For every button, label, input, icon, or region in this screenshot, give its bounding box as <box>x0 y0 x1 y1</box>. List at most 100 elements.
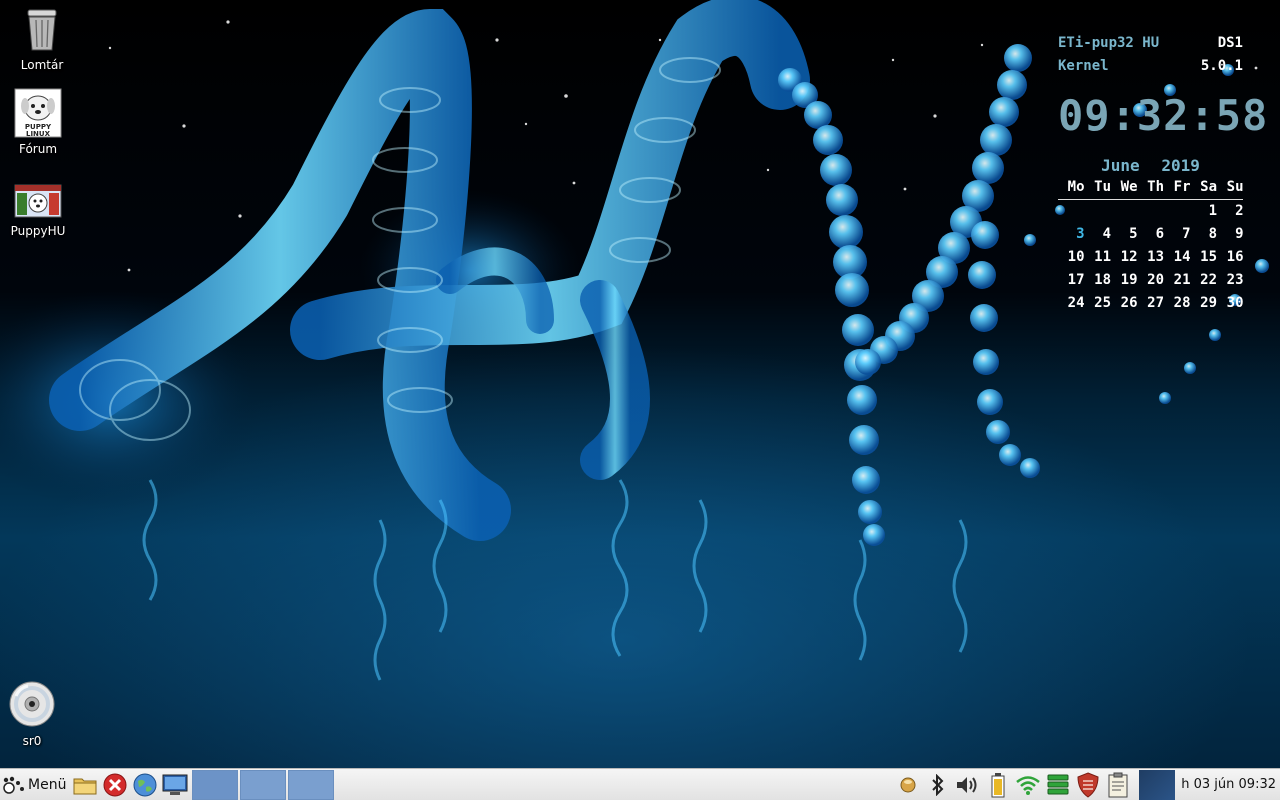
wallpaper-bubble <box>820 154 852 186</box>
calendar-day: 27 <box>1147 295 1164 311</box>
wallpaper-bubble <box>835 273 869 307</box>
close-app-launcher[interactable] <box>101 771 129 799</box>
calendar-weekday: Su <box>1226 179 1244 195</box>
wallpaper-bubble <box>980 124 1012 156</box>
close-icon <box>103 773 127 796</box>
tray-desktop-thumbnail[interactable] <box>1139 769 1176 800</box>
calendar-day: 1 <box>1208 203 1217 219</box>
calendar-weekday: We <box>1120 179 1138 195</box>
conky-distro-value: DS1 <box>1217 35 1243 51</box>
monitor-icon <box>162 774 188 795</box>
memory-stack-icon <box>1047 774 1069 794</box>
volume-icon <box>957 776 977 793</box>
trash-icon <box>27 9 57 51</box>
wallpaper-bubble <box>826 184 858 216</box>
tray-network-wifi[interactable] <box>1014 771 1042 799</box>
calendar-day: 14 <box>1173 249 1191 265</box>
calendar-day: 19 <box>1120 272 1138 288</box>
workspace-1[interactable] <box>192 769 239 800</box>
calendar-week-row: 17 18 19 20 21 22 23 <box>1058 269 1244 292</box>
calendar-week-row: 10 11 12 13 14 15 16 <box>1058 246 1244 269</box>
shield-icon <box>1077 771 1099 798</box>
calendar-day: 15 <box>1200 249 1217 265</box>
wallpaper-bubble <box>989 97 1019 127</box>
tray-clipboard[interactable] <box>1104 771 1132 799</box>
wallpaper-bubble <box>863 524 885 546</box>
clipboard-icon <box>1108 772 1128 797</box>
desktop-icon-sr0[interactable]: sr0 <box>0 680 67 748</box>
calendar-day: 30 <box>1226 295 1244 311</box>
conky-distro-label: ETi-pup32 HU <box>1058 35 1160 51</box>
desktop-icon-label: Lomtár <box>20 58 64 72</box>
show-desktop-launcher[interactable] <box>161 771 189 799</box>
wallpaper-bubble <box>1184 362 1196 374</box>
folder-icon <box>73 778 97 794</box>
tray-updater[interactable] <box>894 771 922 799</box>
workspace-3[interactable] <box>288 769 335 800</box>
conky-kernel-value: 5.0.1 <box>1200 58 1243 74</box>
calendar-month: June <box>1101 156 1140 175</box>
calendar-day: 7 <box>1182 226 1191 242</box>
taskbar-clock[interactable]: h 03 jún 09:32 <box>1175 777 1280 792</box>
conky-widget: ETi-pup32 HU DS1 Kernel 5.0.1 09:32:58 J… <box>1058 32 1269 315</box>
battery-icon <box>991 772 1005 797</box>
file-manager-launcher[interactable] <box>71 771 99 799</box>
svg-text:LINUX: LINUX <box>26 130 51 138</box>
conky-kernel-label: Kernel <box>1058 58 1109 74</box>
calendar-day: 16 <box>1226 249 1244 265</box>
calendar-weekdays: Mo Tu We Th Fr Sa Su <box>1058 176 1244 200</box>
wallpaper-bubble <box>1020 458 1040 478</box>
bluetooth-icon <box>932 773 944 796</box>
desktop-icon-trash[interactable]: Lomtár <box>7 6 77 72</box>
calendar-weekday: Fr <box>1173 179 1191 195</box>
calendar-day: 24 <box>1067 295 1085 311</box>
wallpaper-bubble <box>971 221 999 249</box>
calendar-weekday: Tu <box>1094 179 1111 195</box>
paw-menu-icon <box>3 776 24 794</box>
taskbar: Menü h 03 jún 09:32 <box>0 768 1280 800</box>
conky-clock: 09:32:58 <box>1058 91 1269 140</box>
menu-button[interactable]: Menü <box>0 771 70 799</box>
workspace-2[interactable] <box>240 769 287 800</box>
wallpaper-bubble <box>972 152 1004 184</box>
wifi-icon <box>1016 775 1041 795</box>
calendar-day: 28 <box>1173 295 1191 311</box>
tray-battery[interactable] <box>984 771 1012 799</box>
calendar-day: 4 <box>1102 226 1111 242</box>
calendar-day <box>1085 200 1112 223</box>
calendar-day: 5 <box>1129 226 1138 242</box>
calendar-day: 18 <box>1094 272 1111 288</box>
calendar-day: 29 <box>1200 295 1217 311</box>
desktop-icon-label: PuppyHU <box>10 224 66 238</box>
menu-label: Menü <box>28 776 67 793</box>
wallpaper-bubble <box>849 425 879 455</box>
wallpaper-bubble <box>804 101 832 129</box>
tray-memory[interactable] <box>1044 771 1072 799</box>
calendar-day: 26 <box>1120 295 1138 311</box>
desktop-icon-forum[interactable]: PUPPY LINUX Fórum <box>3 88 73 156</box>
wallpaper-bubble <box>970 304 998 332</box>
calendar-day <box>1058 200 1085 223</box>
wallpaper-bubble <box>986 420 1010 444</box>
conky-kernel-row: Kernel 5.0.1 <box>1058 55 1243 78</box>
calendar-week-row: 12 <box>1058 200 1244 223</box>
globe-icon <box>133 773 157 796</box>
tray-volume[interactable] <box>954 771 982 799</box>
tray-firewall[interactable] <box>1074 771 1102 799</box>
wallpaper-bubble <box>973 349 999 375</box>
desktop-icon-puppyhu[interactable]: PuppyHU <box>3 184 73 238</box>
calendar-weekday: Th <box>1147 179 1164 195</box>
calendar-weekday: Sa <box>1200 179 1217 195</box>
tray-bluetooth[interactable] <box>924 771 952 799</box>
calendar-day: 10 <box>1067 249 1085 265</box>
calendar-day: 3 <box>1076 226 1085 242</box>
wallpaper-bubble <box>999 444 1021 466</box>
calendar-week-row: 3 4 5 6 7 8 9 <box>1058 223 1243 246</box>
wallpaper-bubble <box>842 314 874 346</box>
cdrom-icon <box>9 681 55 727</box>
wallpaper-bubble <box>997 70 1027 100</box>
browser-launcher[interactable] <box>131 771 159 799</box>
wallpaper-bubble <box>847 385 877 415</box>
calendar-day: 8 <box>1208 226 1217 242</box>
wallpaper-bubble <box>1159 392 1171 404</box>
